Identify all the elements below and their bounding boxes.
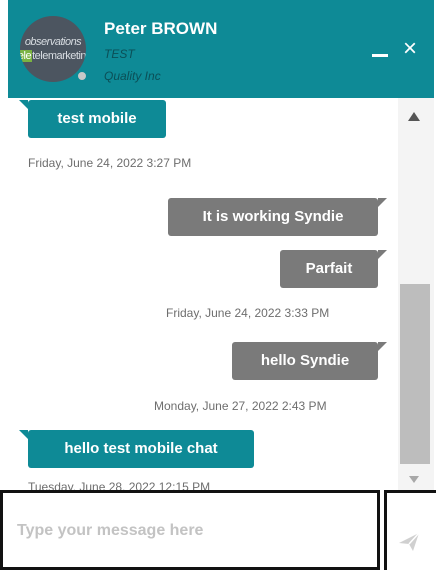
chat-widget: observations teletelemarketing Peter BRO… [0,0,436,570]
send-button[interactable] [384,490,436,570]
message-incoming: hello test mobile chat [19,430,254,468]
message-list: test mobile Friday, June 24, 2022 3:27 P… [8,98,398,490]
message-input-container [0,490,380,570]
message-timestamp: Tuesday, June 28, 2022 12:15 PM [28,480,211,490]
message-outgoing: hello Syndie [232,342,387,380]
close-icon[interactable]: × [400,37,420,61]
message-timestamp: Friday, June 24, 2022 3:33 PM [166,306,330,320]
contact-name: Peter BROWN [104,19,218,38]
scroll-up-icon[interactable] [408,112,420,121]
chat-header: observations teletelemarketing Peter BRO… [8,0,434,98]
message-timestamp: Monday, June 27, 2022 2:43 PM [154,399,327,413]
avatar-logo-text-2: teletelemarketing [20,50,86,62]
send-icon [399,532,420,551]
message-outgoing: Parfait [280,250,387,288]
scroll-down-icon[interactable] [409,476,419,483]
contact-subtitle: TEST [104,47,135,61]
status-indicator [76,70,88,82]
message-incoming: test mobile [19,100,166,138]
message-input[interactable] [17,519,357,543]
scrollbar-thumb[interactable] [400,284,430,464]
contact-company: Quality Inc [104,69,161,83]
message-timestamp: Friday, June 24, 2022 3:27 PM [28,156,192,170]
message-scrollbar[interactable] [398,98,434,490]
message-outgoing: It is working Syndie [168,198,387,236]
avatar-logo-text-1: observations [24,36,82,48]
minimize-icon[interactable] [370,38,390,60]
